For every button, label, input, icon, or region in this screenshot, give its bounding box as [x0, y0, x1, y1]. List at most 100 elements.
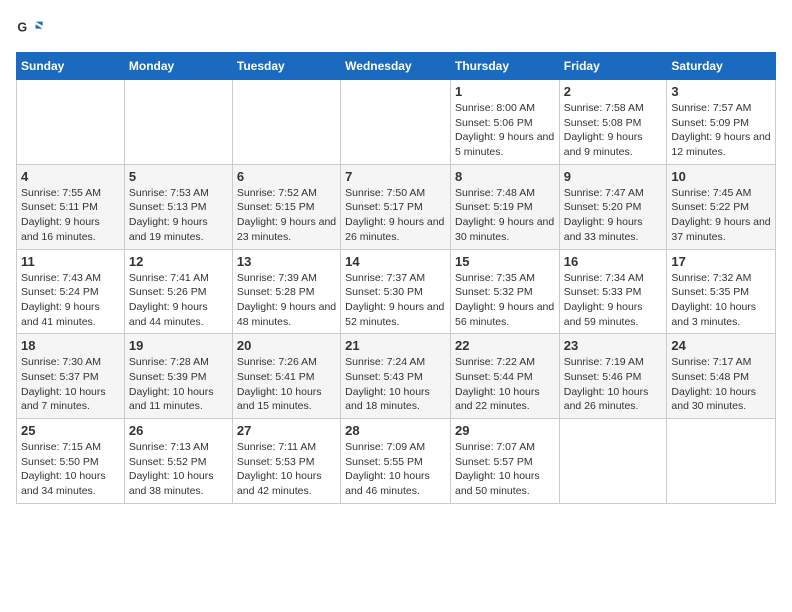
day-info: Sunrise: 7:32 AMSunset: 5:35 PMDaylight:…	[671, 271, 771, 330]
day-info: Sunrise: 7:28 AMSunset: 5:39 PMDaylight:…	[129, 355, 228, 414]
day-info: Sunrise: 7:07 AMSunset: 5:57 PMDaylight:…	[455, 440, 555, 499]
calendar-cell	[341, 80, 451, 165]
calendar-cell: 19 Sunrise: 7:28 AMSunset: 5:39 PMDayligh…	[124, 334, 232, 419]
calendar-cell	[124, 80, 232, 165]
calendar-cell: 25 Sunrise: 7:15 AMSunset: 5:50 PMDayligh…	[17, 419, 125, 504]
day-info: Sunrise: 7:55 AMSunset: 5:11 PMDaylight:…	[21, 186, 120, 245]
day-number: 18	[21, 338, 120, 353]
calendar-cell	[232, 80, 340, 165]
calendar-cell	[559, 419, 667, 504]
day-number: 8	[455, 169, 555, 184]
day-number: 10	[671, 169, 771, 184]
day-number: 21	[345, 338, 446, 353]
day-number: 22	[455, 338, 555, 353]
day-number: 12	[129, 254, 228, 269]
day-info: Sunrise: 7:41 AMSunset: 5:26 PMDaylight:…	[129, 271, 228, 330]
col-header-monday: Monday	[124, 53, 232, 80]
day-number: 16	[564, 254, 663, 269]
day-info: Sunrise: 7:22 AMSunset: 5:44 PMDaylight:…	[455, 355, 555, 414]
day-info: Sunrise: 7:58 AMSunset: 5:08 PMDaylight:…	[564, 101, 663, 160]
day-info: Sunrise: 7:30 AMSunset: 5:37 PMDaylight:…	[21, 355, 120, 414]
logo: G	[16, 16, 48, 44]
calendar-cell: 20 Sunrise: 7:26 AMSunset: 5:41 PMDayligh…	[232, 334, 340, 419]
day-info: Sunrise: 7:39 AMSunset: 5:28 PMDaylight:…	[237, 271, 336, 330]
day-info: Sunrise: 7:52 AMSunset: 5:15 PMDaylight:…	[237, 186, 336, 245]
header: G	[16, 16, 776, 44]
day-info: Sunrise: 7:34 AMSunset: 5:33 PMDaylight:…	[564, 271, 663, 330]
col-header-saturday: Saturday	[667, 53, 776, 80]
day-info: Sunrise: 7:53 AMSunset: 5:13 PMDaylight:…	[129, 186, 228, 245]
calendar-cell: 1 Sunrise: 8:00 AMSunset: 5:06 PMDaylight…	[450, 80, 559, 165]
week-row-3: 11 Sunrise: 7:43 AMSunset: 5:24 PMDayligh…	[17, 249, 776, 334]
day-info: Sunrise: 7:15 AMSunset: 5:50 PMDaylight:…	[21, 440, 120, 499]
day-number: 5	[129, 169, 228, 184]
calendar-cell: 26Sunrise: 7:13 AMSunset: 5:52 PMDayligh…	[124, 419, 232, 504]
calendar-table: SundayMondayTuesdayWednesdayThursdayFrid…	[16, 52, 776, 504]
calendar-cell: 24 Sunrise: 7:17 AMSunset: 5:48 PMDayligh…	[667, 334, 776, 419]
day-number: 26	[129, 423, 228, 438]
col-header-sunday: Sunday	[17, 53, 125, 80]
header-row: SundayMondayTuesdayWednesdayThursdayFrid…	[17, 53, 776, 80]
calendar-cell: 2Sunrise: 7:58 AMSunset: 5:08 PMDaylight…	[559, 80, 667, 165]
day-info: Sunrise: 7:35 AMSunset: 5:32 PMDaylight:…	[455, 271, 555, 330]
day-number: 4	[21, 169, 120, 184]
day-number: 25	[21, 423, 120, 438]
day-number: 7	[345, 169, 446, 184]
calendar-cell	[17, 80, 125, 165]
day-number: 1	[455, 84, 555, 99]
calendar-cell: 18 Sunrise: 7:30 AMSunset: 5:37 PMDayligh…	[17, 334, 125, 419]
col-header-thursday: Thursday	[450, 53, 559, 80]
calendar-cell: 12 Sunrise: 7:41 AMSunset: 5:26 PMDayligh…	[124, 249, 232, 334]
calendar-cell: 16 Sunrise: 7:34 AMSunset: 5:33 PMDayligh…	[559, 249, 667, 334]
day-info: Sunrise: 7:45 AMSunset: 5:22 PMDaylight:…	[671, 186, 771, 245]
day-number: 19	[129, 338, 228, 353]
day-number: 13	[237, 254, 336, 269]
day-number: 11	[21, 254, 120, 269]
day-number: 27	[237, 423, 336, 438]
day-number: 28	[345, 423, 446, 438]
col-header-friday: Friday	[559, 53, 667, 80]
svg-text:G: G	[17, 20, 27, 34]
calendar-cell: 6Sunrise: 7:52 AMSunset: 5:15 PMDaylight…	[232, 164, 340, 249]
calendar-cell: 23Sunrise: 7:19 AMSunset: 5:46 PMDayligh…	[559, 334, 667, 419]
calendar-cell: 21 Sunrise: 7:24 AMSunset: 5:43 PMDayligh…	[341, 334, 451, 419]
calendar-cell: 10 Sunrise: 7:45 AMSunset: 5:22 PMDayligh…	[667, 164, 776, 249]
week-row-4: 18 Sunrise: 7:30 AMSunset: 5:37 PMDayligh…	[17, 334, 776, 419]
calendar-cell: 28 Sunrise: 7:09 AMSunset: 5:55 PMDayligh…	[341, 419, 451, 504]
calendar-cell: 15 Sunrise: 7:35 AMSunset: 5:32 PMDayligh…	[450, 249, 559, 334]
day-number: 29	[455, 423, 555, 438]
day-info: Sunrise: 7:26 AMSunset: 5:41 PMDaylight:…	[237, 355, 336, 414]
calendar-cell: 4 Sunrise: 7:55 AMSunset: 5:11 PMDaylight…	[17, 164, 125, 249]
week-row-2: 4 Sunrise: 7:55 AMSunset: 5:11 PMDaylight…	[17, 164, 776, 249]
col-header-tuesday: Tuesday	[232, 53, 340, 80]
week-row-5: 25 Sunrise: 7:15 AMSunset: 5:50 PMDayligh…	[17, 419, 776, 504]
calendar-cell: 13 Sunrise: 7:39 AMSunset: 5:28 PMDayligh…	[232, 249, 340, 334]
week-row-1: 1 Sunrise: 8:00 AMSunset: 5:06 PMDaylight…	[17, 80, 776, 165]
day-info: Sunrise: 8:00 AMSunset: 5:06 PMDaylight:…	[455, 101, 555, 160]
day-number: 24	[671, 338, 771, 353]
calendar-cell: 3 Sunrise: 7:57 AMSunset: 5:09 PMDaylight…	[667, 80, 776, 165]
day-info: Sunrise: 7:24 AMSunset: 5:43 PMDaylight:…	[345, 355, 446, 414]
day-number: 15	[455, 254, 555, 269]
calendar-cell: 17 Sunrise: 7:32 AMSunset: 5:35 PMDayligh…	[667, 249, 776, 334]
day-info: Sunrise: 7:48 AMSunset: 5:19 PMDaylight:…	[455, 186, 555, 245]
day-number: 20	[237, 338, 336, 353]
day-info: Sunrise: 7:17 AMSunset: 5:48 PMDaylight:…	[671, 355, 771, 414]
day-info: Sunrise: 7:37 AMSunset: 5:30 PMDaylight:…	[345, 271, 446, 330]
day-number: 3	[671, 84, 771, 99]
day-info: Sunrise: 7:57 AMSunset: 5:09 PMDaylight:…	[671, 101, 771, 160]
day-info: Sunrise: 7:47 AMSunset: 5:20 PMDaylight:…	[564, 186, 663, 245]
calendar-cell: 27 Sunrise: 7:11 AMSunset: 5:53 PMDayligh…	[232, 419, 340, 504]
calendar-cell: 29 Sunrise: 7:07 AMSunset: 5:57 PMDayligh…	[450, 419, 559, 504]
day-info: Sunrise: 7:19 AMSunset: 5:46 PMDaylight:…	[564, 355, 663, 414]
col-header-wednesday: Wednesday	[341, 53, 451, 80]
day-number: 17	[671, 254, 771, 269]
day-info: Sunrise: 7:09 AMSunset: 5:55 PMDaylight:…	[345, 440, 446, 499]
day-info: Sunrise: 7:43 AMSunset: 5:24 PMDaylight:…	[21, 271, 120, 330]
calendar-cell: 8 Sunrise: 7:48 AMSunset: 5:19 PMDaylight…	[450, 164, 559, 249]
calendar-cell	[667, 419, 776, 504]
day-info: Sunrise: 7:11 AMSunset: 5:53 PMDaylight:…	[237, 440, 336, 499]
calendar-cell: 22 Sunrise: 7:22 AMSunset: 5:44 PMDayligh…	[450, 334, 559, 419]
calendar-cell: 5 Sunrise: 7:53 AMSunset: 5:13 PMDaylight…	[124, 164, 232, 249]
calendar-cell: 9Sunrise: 7:47 AMSunset: 5:20 PMDaylight…	[559, 164, 667, 249]
